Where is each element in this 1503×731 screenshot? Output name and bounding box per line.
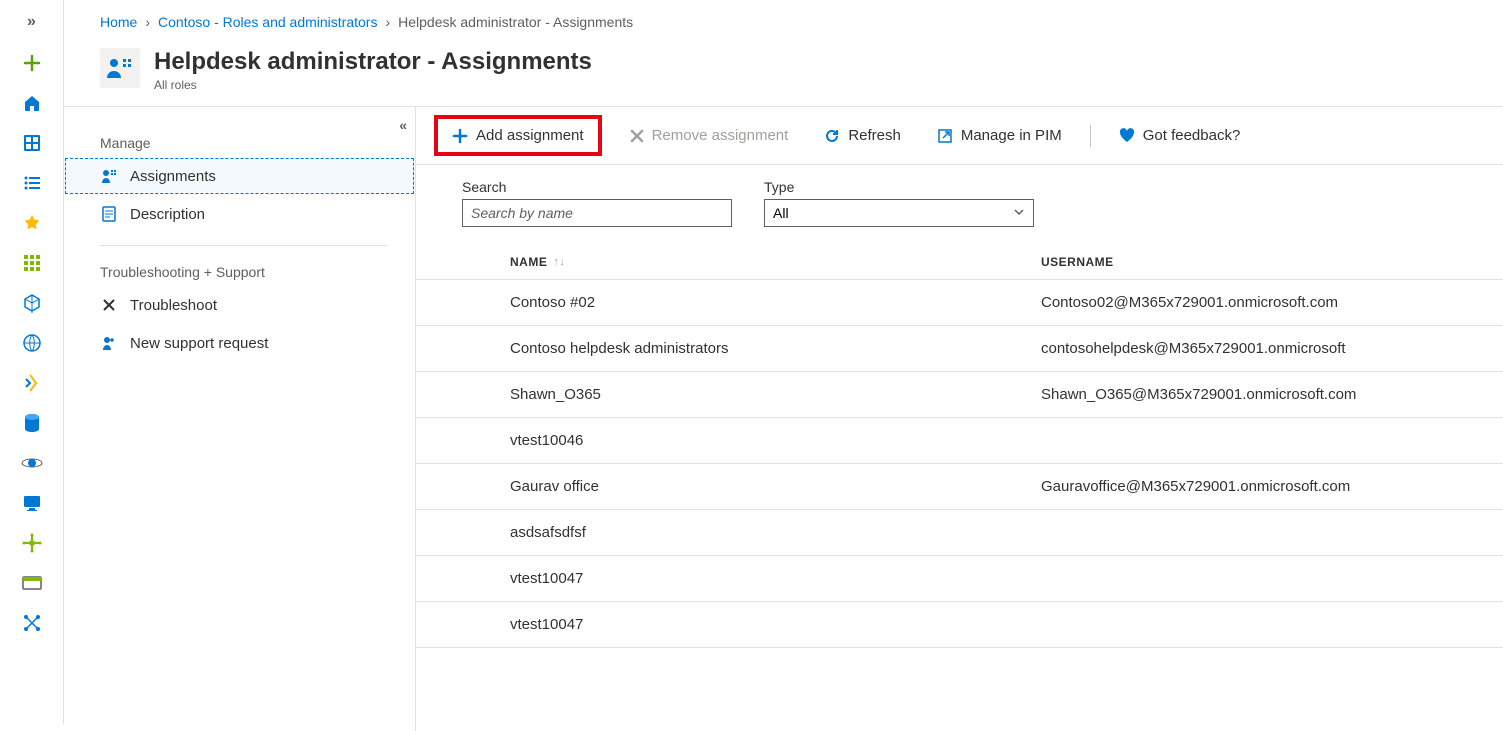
chevron-right-icon: ›	[145, 14, 150, 30]
command-bar: Add assignment Remove assignment Refresh	[416, 107, 1503, 165]
sidebar-item-description[interactable]: Description	[64, 195, 415, 233]
cell-username: Shawn_O365@M365x729001.onmicrosoft.com	[1041, 386, 1503, 403]
cosmos-icon[interactable]	[21, 452, 43, 474]
document-icon	[100, 205, 118, 223]
cell-username	[1041, 616, 1503, 633]
sidebar-item-label: Troubleshoot	[130, 297, 217, 314]
detail-pane: Add assignment Remove assignment Refresh	[416, 107, 1503, 731]
assignments-table: NAME ↑↓ USERNAME Contoso #02Contoso02@M3…	[416, 245, 1503, 648]
home-icon[interactable]	[21, 92, 43, 114]
function-icon[interactable]	[21, 372, 43, 394]
sidebar-item-label: Description	[130, 206, 205, 223]
column-header-username[interactable]: USERNAME	[1041, 255, 1114, 269]
x-icon	[630, 129, 644, 143]
table-row[interactable]: Contoso helpdesk administratorscontosohe…	[416, 326, 1503, 372]
network-icon[interactable]	[21, 612, 43, 634]
add-assignment-button[interactable]: Add assignment	[444, 121, 592, 150]
grid-icon[interactable]	[21, 252, 43, 274]
plus-icon[interactable]	[21, 52, 43, 74]
separator	[1090, 125, 1091, 147]
sidebar-item-label: New support request	[130, 335, 268, 352]
load-balancer-icon[interactable]	[21, 532, 43, 554]
highlight-add-assignment: Add assignment	[434, 115, 602, 156]
sidebar-item-label: Assignments	[130, 168, 216, 185]
sidebar-item-assignments[interactable]: Assignments	[64, 157, 415, 195]
breadcrumb: Home › Contoso - Roles and administrator…	[64, 0, 1503, 36]
button-label: Refresh	[848, 127, 901, 144]
table-header: NAME ↑↓ USERNAME	[416, 245, 1503, 280]
table-row[interactable]: vtest10047	[416, 602, 1503, 648]
assignments-icon	[100, 167, 118, 185]
manage-pim-button[interactable]: Manage in PIM	[929, 121, 1070, 150]
type-select[interactable]: All	[764, 199, 1034, 227]
breadcrumb-roles[interactable]: Contoso - Roles and administrators	[158, 14, 377, 30]
left-icon-rail: »	[0, 0, 64, 724]
cube-icon[interactable]	[21, 292, 43, 314]
cell-name: asdsafsdfsf	[416, 524, 1041, 541]
page-subtitle: All roles	[154, 78, 592, 92]
sort-icon: ↑↓	[553, 256, 565, 268]
chevron-right-icon: ›	[385, 14, 390, 30]
external-link-icon	[937, 128, 953, 144]
list-icon[interactable]	[21, 172, 43, 194]
sidebar-item-troubleshoot[interactable]: Troubleshoot	[64, 286, 415, 324]
heart-icon	[1119, 128, 1135, 143]
cell-name: vtest10047	[416, 616, 1041, 633]
button-label: Got feedback?	[1143, 127, 1241, 144]
refresh-icon	[824, 128, 840, 144]
table-row[interactable]: vtest10046	[416, 418, 1503, 464]
tools-icon	[100, 296, 118, 314]
vm-icon[interactable]	[21, 492, 43, 514]
storage-icon[interactable]	[21, 572, 43, 594]
star-icon[interactable]	[21, 212, 43, 234]
feedback-button[interactable]: Got feedback?	[1111, 121, 1249, 150]
page-title: Helpdesk administrator - Assignments	[154, 48, 592, 76]
breadcrumb-current: Helpdesk administrator - Assignments	[398, 14, 633, 30]
collapse-sidebar-icon[interactable]: «	[399, 117, 407, 133]
cell-name: vtest10047	[416, 570, 1041, 587]
cell-username: Gauravoffice@M365x729001.onmicrosoft.com	[1041, 478, 1503, 495]
cell-name: vtest10046	[416, 432, 1041, 449]
cell-name: Shawn_O365	[416, 386, 1041, 403]
table-row[interactable]: Contoso #02Contoso02@M365x729001.onmicro…	[416, 280, 1503, 326]
sidebar-section-manage: Manage	[64, 127, 415, 157]
sidebar-section-troubleshoot: Troubleshooting + Support	[64, 256, 415, 286]
button-label: Manage in PIM	[961, 127, 1062, 144]
table-row[interactable]: Shawn_O365Shawn_O365@M365x729001.onmicro…	[416, 372, 1503, 418]
dashboard-icon[interactable]	[21, 132, 43, 154]
role-icon	[100, 48, 140, 88]
column-header-name[interactable]: NAME ↑↓	[416, 255, 1041, 269]
button-label: Remove assignment	[652, 127, 789, 144]
table-row[interactable]: vtest10047	[416, 556, 1503, 602]
type-label: Type	[764, 179, 1034, 195]
remove-assignment-button: Remove assignment	[622, 121, 797, 150]
sidebar-item-new-support[interactable]: New support request	[64, 324, 415, 362]
globe-icon[interactable]	[21, 332, 43, 354]
support-icon	[100, 334, 118, 352]
blade-sidebar: « Manage Assignments Description Trouble…	[64, 107, 416, 731]
cell-name: Gaurav office	[416, 478, 1041, 495]
table-row[interactable]: Gaurav officeGauravoffice@M365x729001.on…	[416, 464, 1503, 510]
plus-icon	[452, 128, 468, 144]
search-label: Search	[462, 179, 732, 195]
search-input[interactable]	[462, 199, 732, 227]
cell-username	[1041, 524, 1503, 541]
button-label: Add assignment	[476, 127, 584, 144]
expand-rail-icon[interactable]: »	[12, 10, 52, 34]
page-header: Helpdesk administrator - Assignments All…	[64, 36, 1503, 107]
sql-icon[interactable]	[21, 412, 43, 434]
cell-name: Contoso #02	[416, 294, 1041, 311]
cell-username	[1041, 432, 1503, 449]
main-panel: Home › Contoso - Roles and administrator…	[64, 0, 1503, 724]
divider	[100, 245, 387, 246]
cell-name: Contoso helpdesk administrators	[416, 340, 1041, 357]
cell-username	[1041, 570, 1503, 587]
cell-username: Contoso02@M365x729001.onmicrosoft.com	[1041, 294, 1503, 311]
refresh-button[interactable]: Refresh	[816, 121, 909, 150]
cell-username: contosohelpdesk@M365x729001.onmicrosoft	[1041, 340, 1503, 357]
filters-row: Search Type All	[416, 165, 1503, 237]
breadcrumb-home[interactable]: Home	[100, 14, 137, 30]
table-row[interactable]: asdsafsdfsf	[416, 510, 1503, 556]
